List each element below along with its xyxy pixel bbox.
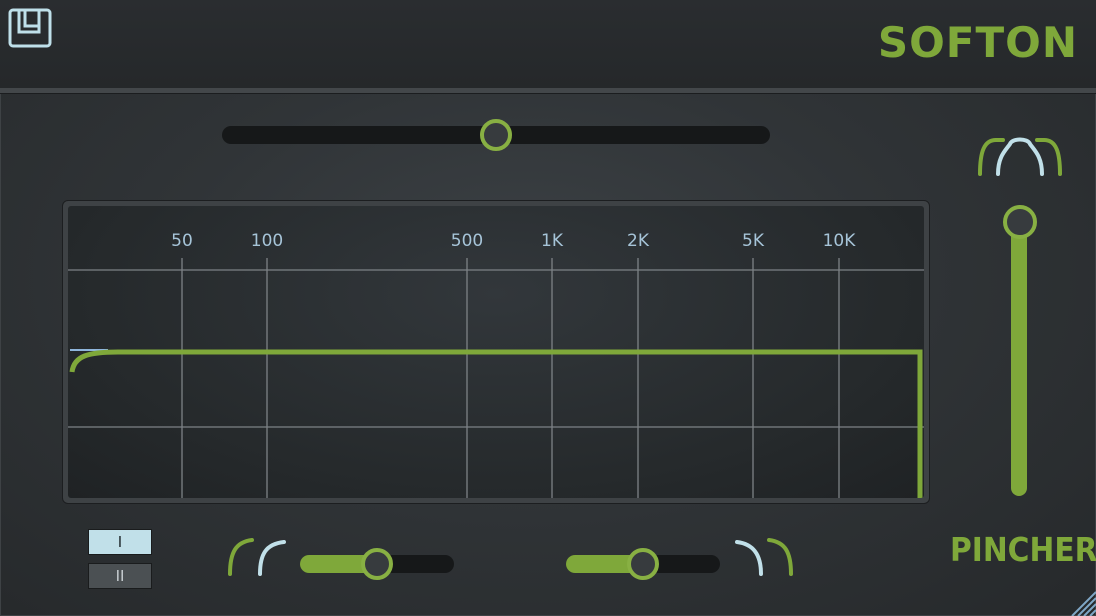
pincher-shape-icon	[978, 137, 1062, 176]
brand-title: SOFTON	[877, 18, 1078, 67]
header-divider	[0, 88, 1096, 94]
frequency-label-50: 50	[171, 231, 193, 251]
frequency-label-500: 500	[450, 231, 484, 251]
frequency-label-2k: 2K	[627, 231, 649, 251]
pincher-slider[interactable]	[1011, 222, 1027, 496]
eq-graph[interactable]: 50 100 500 1K 2K 5K 10K	[68, 206, 924, 498]
high-cut-slider-knob[interactable]	[627, 548, 659, 580]
top-slider-knob[interactable]	[480, 119, 512, 151]
frequency-label-10k: 10K	[822, 231, 856, 251]
mode-button-2[interactable]: II	[88, 563, 152, 589]
frequency-label-100: 100	[250, 231, 284, 251]
pincher-slider-knob[interactable]	[1003, 205, 1037, 239]
mode-button-1[interactable]: I	[88, 529, 152, 555]
low-cut-shape-icon	[228, 538, 286, 576]
eq-graph-canvas	[68, 258, 924, 498]
frequency-label-5k: 5K	[742, 231, 764, 251]
resize-handle-icon[interactable]	[1066, 586, 1096, 616]
frequency-label-1k: 1K	[541, 231, 563, 251]
logo-icon[interactable]	[8, 8, 52, 48]
low-cut-slider-knob[interactable]	[361, 548, 393, 580]
high-cut-shape-icon	[735, 538, 793, 576]
response-curve	[69, 349, 923, 498]
pincher-label: PINCHER	[950, 530, 1096, 569]
header: SOFTON	[0, 0, 1096, 88]
